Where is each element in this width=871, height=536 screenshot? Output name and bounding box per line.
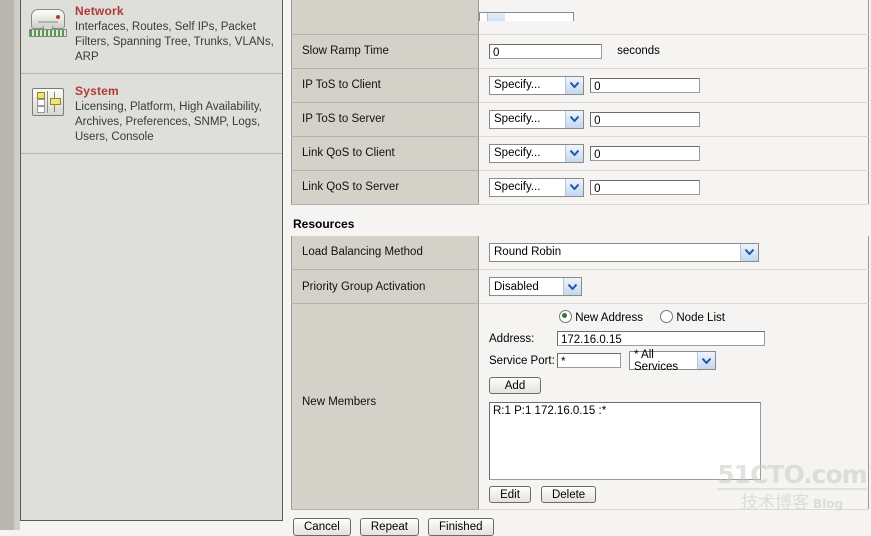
sidebar-item-network[interactable]: Network Interfaces, Routes, Self IPs, Pa… (21, 0, 282, 74)
link-qos-to-client-label: Link QoS to Client (292, 136, 479, 170)
ip-tos-to-server-select-value: Specify... (494, 113, 540, 125)
priority-group-activation-value-cell: Disabled (479, 270, 869, 304)
member-actions-row: Edit Delete (489, 486, 867, 503)
radio-unselected-icon (660, 310, 673, 323)
chevron-down-icon (563, 278, 581, 295)
member-list-box[interactable]: R:1 P:1 172.16.0.15 :* (489, 402, 761, 480)
add-member-row: Add (489, 377, 867, 394)
ip-tos-to-client-label: IP ToS to Client (292, 68, 479, 102)
ip-tos-to-client-value-cell: Specify... 0 (479, 68, 869, 102)
address-input[interactable]: 172.16.0.15 (557, 331, 765, 346)
repeat-button[interactable]: Repeat (360, 518, 419, 536)
radio-new-address-option[interactable]: New Address (559, 312, 646, 324)
radio-new-address-label: New Address (575, 312, 643, 324)
link-qos-to-client-select[interactable]: Specify... (489, 144, 584, 163)
chevron-down-icon (565, 179, 583, 196)
truncated-label-cell (292, 0, 479, 34)
service-preset-value: * All Services (634, 349, 694, 373)
truncated-select[interactable] (479, 12, 574, 21)
main-content: Slow Ramp Time 0 seconds IP ToS to Clien… (291, 0, 871, 530)
member-list-item[interactable]: R:1 P:1 172.16.0.15 :* (493, 405, 757, 417)
slow-ramp-time-value-cell: 0 seconds (479, 34, 869, 68)
table-row-truncated (292, 0, 869, 34)
ip-tos-to-server-input[interactable]: 0 (590, 112, 700, 127)
ip-tos-to-server-value-cell: Specify... 0 (479, 102, 869, 136)
link-qos-to-client-select-value: Specify... (494, 147, 540, 159)
ip-tos-to-server-select[interactable]: Specify... (489, 110, 584, 129)
radio-node-list-label: Node List (676, 312, 725, 324)
chevron-down-icon (565, 77, 583, 94)
table-row-ip-tos-server: IP ToS to Server Specify... 0 (292, 102, 869, 136)
window-left-rail (0, 0, 20, 530)
new-members-label: New Members (292, 304, 479, 510)
new-members-value-cell: New Address Node List Address: 172.16.0.… (479, 304, 869, 510)
service-port-label: Service Port: (489, 355, 557, 367)
radio-selected-icon (559, 310, 572, 323)
resources-table: Load Balancing Method Round Robin Priori… (291, 236, 869, 511)
member-source-radio-group: New Address Node List (559, 310, 867, 324)
priority-group-activation-label: Priority Group Activation (292, 270, 479, 304)
chevron-down-icon (697, 352, 715, 369)
ip-tos-to-client-select-value: Specify... (494, 79, 540, 91)
edit-button[interactable]: Edit (489, 486, 531, 503)
table-row-priority-group: Priority Group Activation Disabled (292, 270, 869, 304)
service-port-input[interactable]: * (557, 353, 621, 368)
slow-ramp-time-units: seconds (617, 45, 660, 57)
link-qos-to-server-value-cell: Specify... 0 (479, 170, 869, 204)
service-port-field-row: Service Port: * * All Services (489, 351, 867, 370)
link-qos-to-client-input[interactable]: 0 (590, 146, 700, 161)
truncated-value-cell (479, 0, 869, 34)
sidebar-system-title[interactable]: System (75, 84, 276, 98)
load-balancing-method-value: Round Robin (494, 246, 561, 258)
slow-ramp-time-label: Slow Ramp Time (292, 34, 479, 68)
priority-group-activation-select[interactable]: Disabled (489, 277, 582, 296)
ip-tos-to-server-label: IP ToS to Server (292, 102, 479, 136)
slow-ramp-time-input[interactable]: 0 (489, 44, 602, 59)
link-qos-to-client-value-cell: Specify... 0 (479, 136, 869, 170)
chevron-down-icon (740, 244, 758, 261)
address-label: Address: (489, 333, 557, 345)
resources-section: Resources Load Balancing Method Round Ro… (291, 205, 871, 536)
network-appliance-icon (29, 5, 65, 37)
sidebar-network-title[interactable]: Network (75, 4, 276, 18)
resources-heading: Resources (291, 205, 871, 236)
service-preset-select[interactable]: * All Services (629, 351, 716, 370)
finished-button[interactable]: Finished (428, 518, 493, 536)
sidebar-network-text: Network Interfaces, Routes, Self IPs, Pa… (75, 2, 276, 65)
link-qos-to-server-input[interactable]: 0 (590, 180, 700, 195)
profile-settings-table: Slow Ramp Time 0 seconds IP ToS to Clien… (291, 0, 869, 205)
system-panel-icon (29, 85, 65, 117)
form-action-bar: Cancel Repeat Finished (291, 510, 871, 536)
link-qos-to-server-select-value: Specify... (494, 181, 540, 193)
load-balancing-method-select[interactable]: Round Robin (489, 243, 759, 262)
table-row-link-qos-client: Link QoS to Client Specify... 0 (292, 136, 869, 170)
chevron-down-icon (487, 12, 505, 21)
link-qos-to-server-select[interactable]: Specify... (489, 178, 584, 197)
sidebar-system-text: System Licensing, Platform, High Availab… (75, 82, 276, 145)
priority-group-activation-value: Disabled (494, 281, 539, 293)
table-row-load-balancing: Load Balancing Method Round Robin (292, 236, 869, 270)
sidebar-system-links[interactable]: Licensing, Platform, High Availability, … (75, 100, 276, 145)
cancel-button[interactable]: Cancel (293, 518, 351, 536)
table-row-slow-ramp-time: Slow Ramp Time 0 seconds (292, 34, 869, 68)
link-qos-to-server-label: Link QoS to Server (292, 170, 479, 204)
delete-button[interactable]: Delete (541, 486, 596, 503)
load-balancing-method-label: Load Balancing Method (292, 236, 479, 270)
sidebar-item-system[interactable]: System Licensing, Platform, High Availab… (21, 74, 282, 154)
table-row-new-members: New Members New Address Node List (292, 304, 869, 510)
sidebar-network-links[interactable]: Interfaces, Routes, Self IPs, Packet Fil… (75, 20, 276, 65)
navigation-sidebar: Network Interfaces, Routes, Self IPs, Pa… (20, 0, 283, 521)
table-row-link-qos-server: Link QoS to Server Specify... 0 (292, 170, 869, 204)
radio-node-list-option[interactable]: Node List (660, 312, 725, 324)
ip-tos-to-client-input[interactable]: 0 (590, 78, 700, 93)
chevron-down-icon (565, 111, 583, 128)
table-row-ip-tos-client: IP ToS to Client Specify... 0 (292, 68, 869, 102)
add-button[interactable]: Add (489, 377, 541, 394)
load-balancing-method-value-cell: Round Robin (479, 236, 869, 270)
ip-tos-to-client-select[interactable]: Specify... (489, 76, 584, 95)
chevron-down-icon (565, 145, 583, 162)
address-field-row: Address: 172.16.0.15 (489, 331, 867, 346)
